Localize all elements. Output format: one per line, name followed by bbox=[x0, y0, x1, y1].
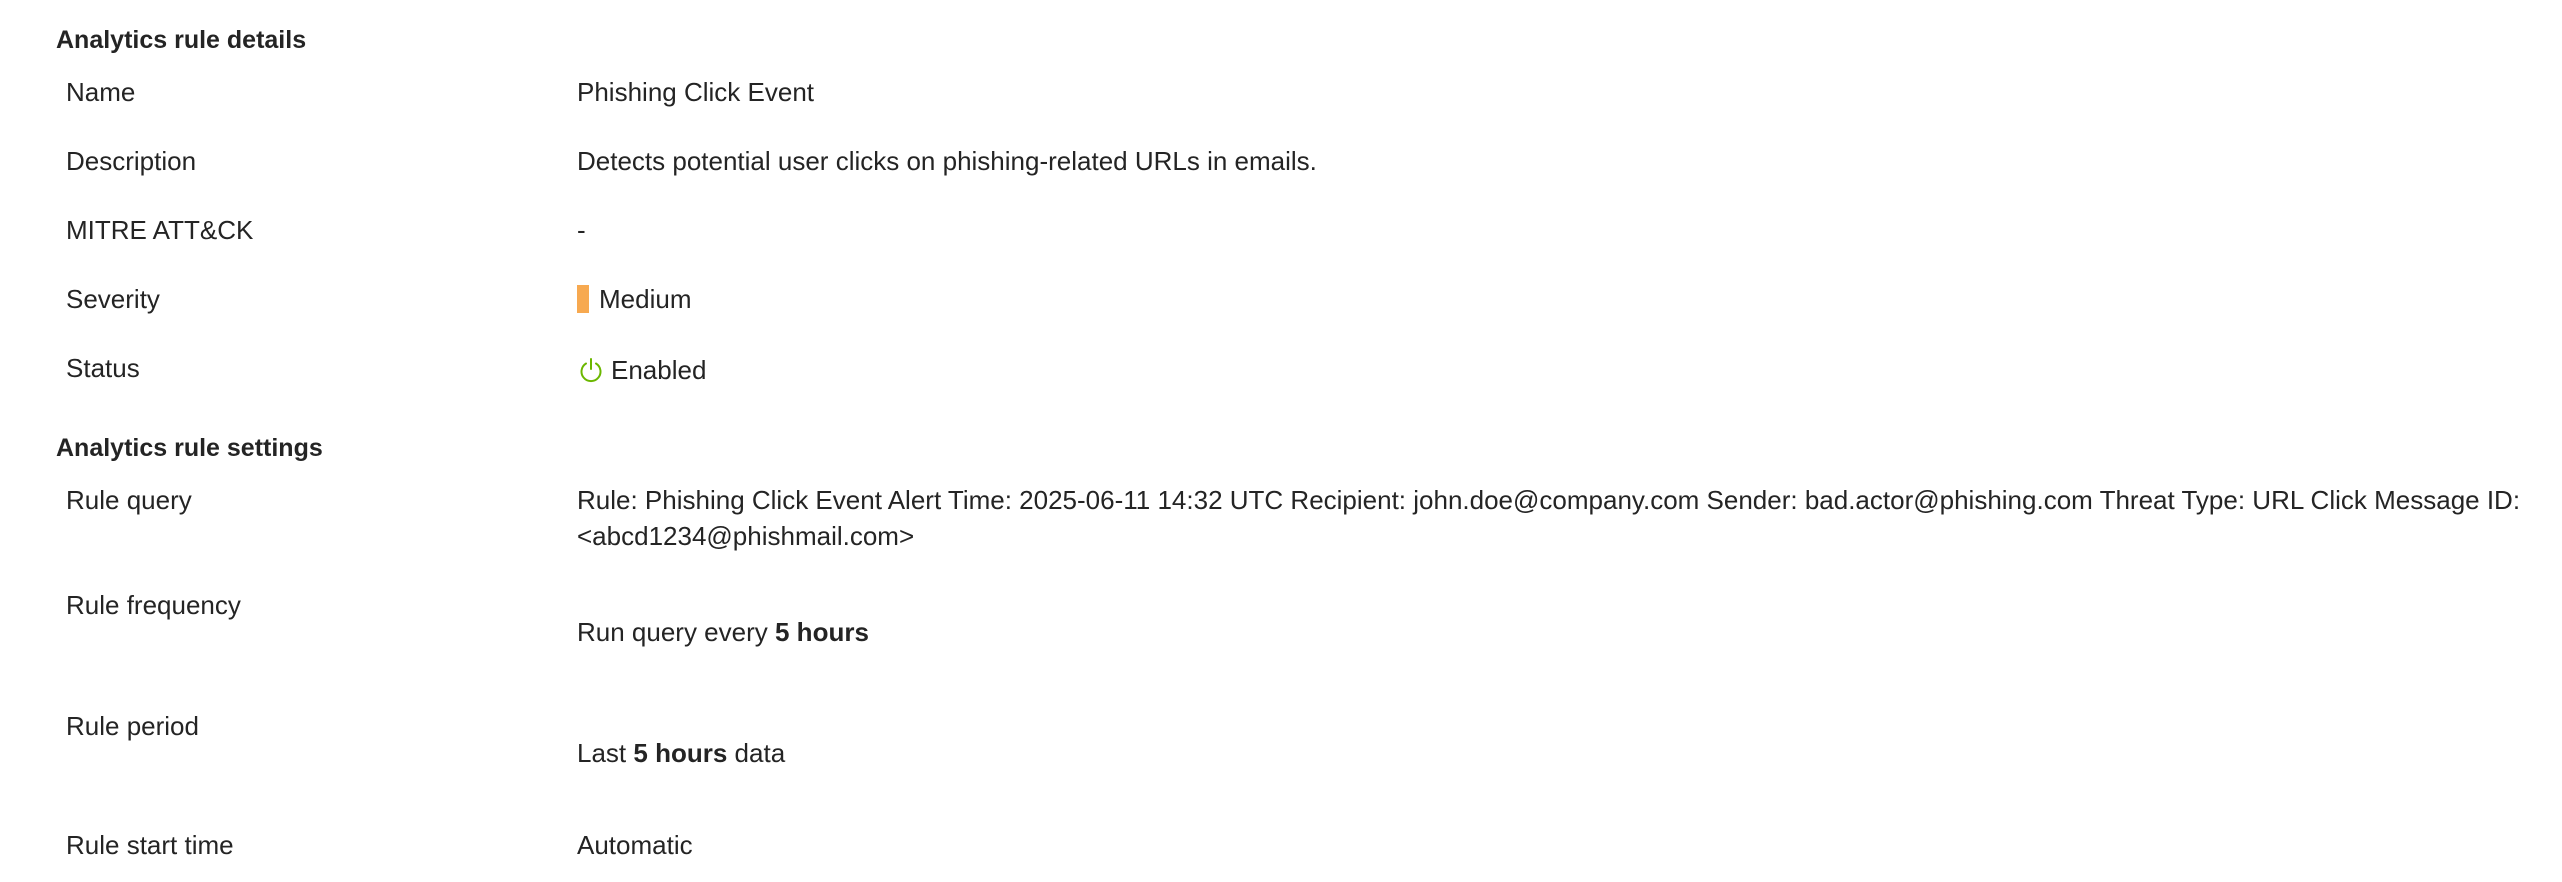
rule-period-label: Rule period bbox=[66, 711, 199, 741]
severity-label: Severity bbox=[66, 284, 160, 314]
severity-value: Medium bbox=[577, 281, 691, 317]
description-label: Description bbox=[66, 146, 197, 176]
period-prefix: Last bbox=[577, 738, 627, 768]
period-suffix: data bbox=[734, 738, 786, 768]
mitre-label: MITRE ATT&CK bbox=[66, 215, 254, 245]
description-value: Detects potential user clicks on phishin… bbox=[577, 146, 1317, 176]
rule-query-value: Rule: Phishing Click Event Alert Time: 2… bbox=[577, 485, 2521, 551]
rule-frequency-label: Rule frequency bbox=[66, 590, 241, 620]
rule-start-time-label: Rule start time bbox=[66, 830, 234, 860]
status-value: Enabled bbox=[577, 352, 706, 388]
status-text: Enabled bbox=[611, 355, 707, 385]
power-icon bbox=[580, 358, 602, 383]
rule-period-value: Last 5 hours data bbox=[577, 735, 785, 771]
details-section-title: Analytics rule details bbox=[56, 26, 307, 54]
rule-start-time-value: Automatic bbox=[577, 830, 693, 860]
severity-text: Medium bbox=[599, 284, 692, 314]
settings-section-title: Analytics rule settings bbox=[56, 434, 323, 462]
rule-frequency-value: Run query every 5 hours bbox=[577, 614, 869, 650]
frequency-amount: 5 hours bbox=[775, 617, 869, 647]
period-amount: 5 hours bbox=[633, 738, 728, 768]
name-value: Phishing Click Event bbox=[577, 77, 814, 107]
rule-query-label: Rule query bbox=[66, 485, 192, 515]
mitre-value: - bbox=[577, 215, 586, 245]
analytics-rule-summary: Analytics rule details Name Phishing Cli… bbox=[0, 0, 2562, 882]
name-label: Name bbox=[66, 77, 136, 107]
frequency-prefix: Run query every bbox=[577, 617, 768, 647]
status-label: Status bbox=[66, 353, 140, 383]
severity-indicator-bar bbox=[577, 285, 589, 313]
